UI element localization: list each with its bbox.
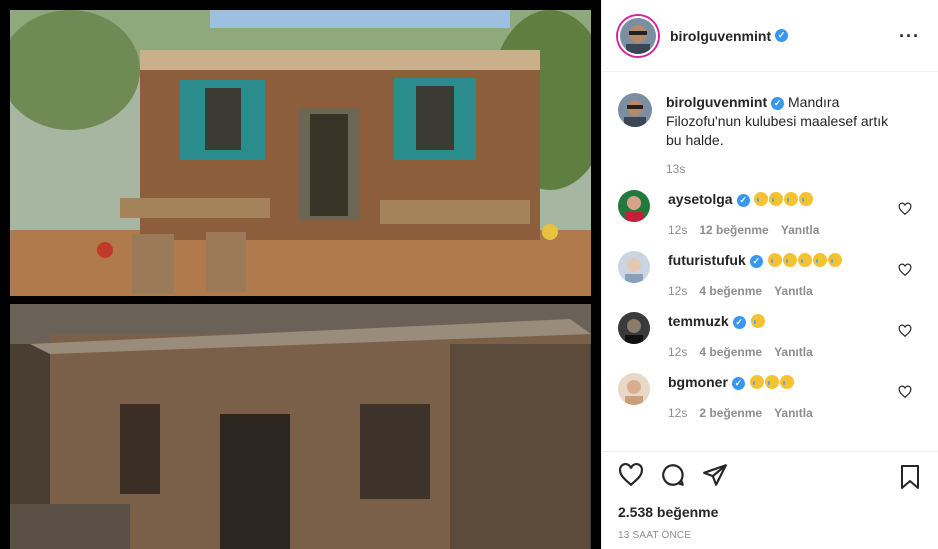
share-send-icon[interactable]: [702, 462, 728, 488]
post-sidebar: birolguvenmint ✓ ··· birolguvenmint ✓ Man…: [601, 0, 938, 549]
bookmark-icon[interactable]: [898, 464, 922, 490]
like-comment-icon[interactable]: [898, 385, 912, 399]
like-comment-icon[interactable]: [898, 202, 912, 216]
comment-bubble-icon[interactable]: [660, 462, 686, 488]
like-comment-icon[interactable]: [898, 324, 912, 338]
caption-time[interactable]: 13s: [666, 162, 685, 176]
comment-item: bgmoner ✓ 12s 2 beğenme Yanıtla: [618, 373, 922, 420]
commenter-avatar[interactable]: [618, 373, 650, 405]
reply-button[interactable]: Yanıtla: [774, 406, 813, 420]
verified-badge-icon: ✓: [749, 254, 763, 268]
comments-list: birolguvenmint ✓ Mandıra Filozofu'nun kul…: [602, 73, 938, 451]
comment-time[interactable]: 12s: [668, 345, 687, 359]
photo-cabin-after: [10, 304, 591, 549]
comment-likes[interactable]: 2 beğenme: [699, 406, 762, 420]
crying-emoji-icon: [750, 313, 765, 329]
post-header: birolguvenmint ✓ ···: [602, 0, 938, 72]
reply-button[interactable]: Yanıtla: [781, 223, 820, 237]
reply-button[interactable]: Yanıtla: [774, 345, 813, 359]
commenter-avatar[interactable]: [618, 251, 650, 283]
verified-badge-icon: ✓: [771, 96, 785, 110]
author-avatar-small[interactable]: [618, 93, 652, 127]
comment-item: temmuzk ✓ 12s 4 beğenme Yanıtla: [618, 312, 922, 359]
author-avatar[interactable]: [618, 15, 658, 56]
comment-username[interactable]: temmuzk: [668, 313, 729, 329]
verified-badge-icon: ✓: [736, 193, 750, 207]
comment-username[interactable]: bgmoner: [668, 374, 728, 390]
reply-button[interactable]: Yanıtla: [774, 284, 813, 298]
comment-likes[interactable]: 4 beğenme: [699, 284, 762, 298]
comment-likes[interactable]: 4 beğenme: [699, 345, 762, 359]
caption-username[interactable]: birolguvenmint: [666, 94, 767, 110]
post-actions: 2.538 beğenme 13 SAAT ÖNCE: [602, 451, 938, 549]
likes-count[interactable]: 2.538 beğenme: [618, 504, 922, 520]
comment-likes[interactable]: 12 beğenme: [699, 223, 768, 237]
crying-emoji-icon: [749, 374, 794, 390]
post-timestamp[interactable]: 13 SAAT ÖNCE: [618, 530, 922, 541]
comment-time[interactable]: 12s: [668, 223, 687, 237]
comment-username[interactable]: aysetolga: [668, 191, 733, 207]
post-media[interactable]: [0, 0, 601, 549]
comment-username[interactable]: futuristufuk: [668, 252, 746, 268]
photo-cabin-before: [10, 10, 591, 296]
like-heart-icon[interactable]: [618, 462, 644, 488]
verified-badge-icon: ✓: [731, 376, 745, 390]
caption: birolguvenmint ✓ Mandıra Filozofu'nun kul…: [618, 93, 922, 176]
like-comment-icon[interactable]: [898, 263, 912, 277]
comment-item: aysetolga ✓ 12s 12 beğenme Yanıtla: [618, 190, 922, 237]
crying-emoji-icon: [753, 191, 814, 207]
commenter-avatar[interactable]: [618, 190, 650, 222]
comment-item: futuristufuk ✓ 12s 4 beğenme Yanıtla: [618, 251, 922, 298]
crying-emoji-icon: [767, 252, 842, 268]
comment-time[interactable]: 12s: [668, 284, 687, 298]
comment-time[interactable]: 12s: [668, 406, 687, 420]
more-options-icon[interactable]: ···: [899, 26, 920, 47]
author-username[interactable]: birolguvenmint: [670, 28, 771, 44]
verified-badge-icon: ✓: [732, 315, 746, 329]
commenter-avatar[interactable]: [618, 312, 650, 344]
verified-badge-icon: ✓: [775, 29, 789, 42]
